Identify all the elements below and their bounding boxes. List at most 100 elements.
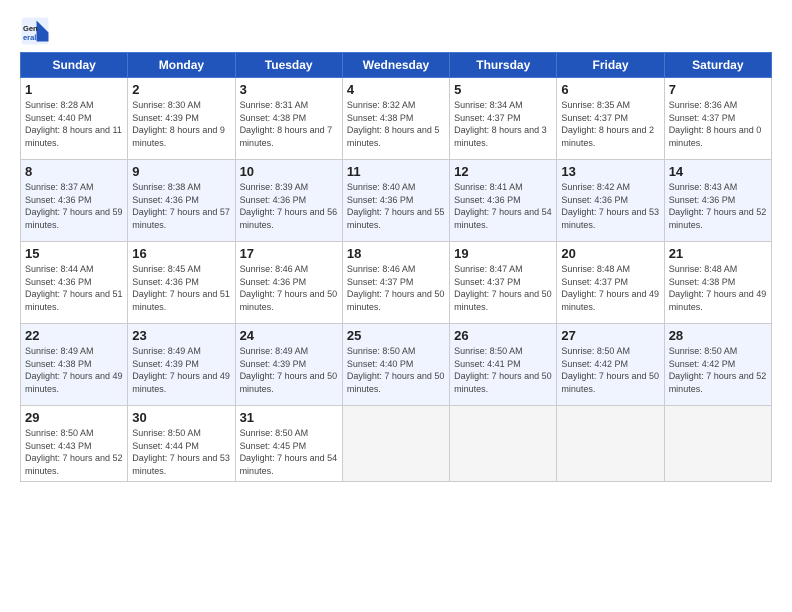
- day-detail: Sunrise: 8:36 AMSunset: 4:37 PMDaylight:…: [669, 99, 767, 149]
- day-detail: Sunrise: 8:35 AMSunset: 4:37 PMDaylight:…: [561, 99, 659, 149]
- day-number: 18: [347, 246, 445, 261]
- weekday-header-row: SundayMondayTuesdayWednesdayThursdayFrid…: [21, 53, 772, 78]
- calendar-cell: 24 Sunrise: 8:49 AMSunset: 4:39 PMDayligh…: [235, 324, 342, 406]
- day-detail: Sunrise: 8:38 AMSunset: 4:36 PMDaylight:…: [132, 181, 230, 231]
- calendar-cell: 6 Sunrise: 8:35 AMSunset: 4:37 PMDaylight…: [557, 78, 664, 160]
- calendar-cell: 28 Sunrise: 8:50 AMSunset: 4:42 PMDayligh…: [664, 324, 771, 406]
- day-detail: Sunrise: 8:50 AMSunset: 4:44 PMDaylight:…: [132, 427, 230, 477]
- weekday-header-sunday: Sunday: [21, 53, 128, 78]
- day-number: 24: [240, 328, 338, 343]
- calendar-cell: 15 Sunrise: 8:44 AMSunset: 4:36 PMDayligh…: [21, 242, 128, 324]
- day-number: 2: [132, 82, 230, 97]
- day-detail: Sunrise: 8:49 AMSunset: 4:39 PMDaylight:…: [240, 345, 338, 395]
- calendar-cell: 27Sunrise: 8:50 AMSunset: 4:42 PMDayligh…: [557, 324, 664, 406]
- day-detail: Sunrise: 8:50 AMSunset: 4:42 PMDaylight:…: [669, 345, 767, 395]
- calendar-cell: 21 Sunrise: 8:48 AMSunset: 4:38 PMDayligh…: [664, 242, 771, 324]
- svg-text:eral: eral: [23, 33, 36, 42]
- day-detail: Sunrise: 8:45 AMSunset: 4:36 PMDaylight:…: [132, 263, 230, 313]
- day-detail: Sunrise: 8:30 AMSunset: 4:39 PMDaylight:…: [132, 99, 230, 149]
- day-detail: Sunrise: 8:50 AMSunset: 4:43 PMDaylight:…: [25, 427, 123, 477]
- day-number: 8: [25, 164, 123, 179]
- calendar-week-row: 15 Sunrise: 8:44 AMSunset: 4:36 PMDayligh…: [21, 242, 772, 324]
- calendar-cell: 19Sunrise: 8:47 AMSunset: 4:37 PMDayligh…: [450, 242, 557, 324]
- day-detail: Sunrise: 8:41 AMSunset: 4:36 PMDaylight:…: [454, 181, 552, 231]
- weekday-header-wednesday: Wednesday: [342, 53, 449, 78]
- calendar-cell: [557, 406, 664, 482]
- calendar-cell: 18 Sunrise: 8:46 AMSunset: 4:37 PMDayligh…: [342, 242, 449, 324]
- day-number: 4: [347, 82, 445, 97]
- calendar-cell: 22 Sunrise: 8:49 AMSunset: 4:38 PMDayligh…: [21, 324, 128, 406]
- day-detail: Sunrise: 8:40 AMSunset: 4:36 PMDaylight:…: [347, 181, 445, 231]
- weekday-header-tuesday: Tuesday: [235, 53, 342, 78]
- calendar-cell: 17 Sunrise: 8:46 AMSunset: 4:36 PMDayligh…: [235, 242, 342, 324]
- day-number: 25: [347, 328, 445, 343]
- weekday-header-thursday: Thursday: [450, 53, 557, 78]
- day-detail: Sunrise: 8:50 AMSunset: 4:40 PMDaylight:…: [347, 345, 445, 395]
- calendar-cell: 7 Sunrise: 8:36 AMSunset: 4:37 PMDaylight…: [664, 78, 771, 160]
- calendar-cell: 11 Sunrise: 8:40 AMSunset: 4:36 PMDayligh…: [342, 160, 449, 242]
- calendar-cell: 31 Sunrise: 8:50 AMSunset: 4:45 PMDayligh…: [235, 406, 342, 482]
- day-detail: Sunrise: 8:28 AMSunset: 4:40 PMDaylight:…: [25, 99, 123, 149]
- calendar-week-row: 22 Sunrise: 8:49 AMSunset: 4:38 PMDayligh…: [21, 324, 772, 406]
- day-detail: Sunrise: 8:50 AMSunset: 4:45 PMDaylight:…: [240, 427, 338, 477]
- day-detail: Sunrise: 8:48 AMSunset: 4:37 PMDaylight:…: [561, 263, 659, 313]
- weekday-header-monday: Monday: [128, 53, 235, 78]
- day-detail: Sunrise: 8:37 AMSunset: 4:36 PMDaylight:…: [25, 181, 123, 231]
- logo-icon: Gen eral: [20, 16, 50, 46]
- day-number: 11: [347, 164, 445, 179]
- day-number: 28: [669, 328, 767, 343]
- weekday-header-friday: Friday: [557, 53, 664, 78]
- day-detail: Sunrise: 8:34 AMSunset: 4:37 PMDaylight:…: [454, 99, 552, 149]
- day-number: 9: [132, 164, 230, 179]
- day-number: 27: [561, 328, 659, 343]
- day-number: 26: [454, 328, 552, 343]
- calendar-cell: 3 Sunrise: 8:31 AMSunset: 4:38 PMDaylight…: [235, 78, 342, 160]
- header: Gen eral: [20, 16, 772, 46]
- day-number: 13: [561, 164, 659, 179]
- calendar-cell: [342, 406, 449, 482]
- day-detail: Sunrise: 8:49 AMSunset: 4:38 PMDaylight:…: [25, 345, 123, 395]
- calendar-week-row: 1Sunrise: 8:28 AMSunset: 4:40 PMDaylight…: [21, 78, 772, 160]
- day-detail: Sunrise: 8:50 AMSunset: 4:41 PMDaylight:…: [454, 345, 552, 395]
- calendar-cell: [664, 406, 771, 482]
- day-number: 12: [454, 164, 552, 179]
- calendar-cell: [450, 406, 557, 482]
- calendar-cell: 13Sunrise: 8:42 AMSunset: 4:36 PMDayligh…: [557, 160, 664, 242]
- day-number: 29: [25, 410, 123, 425]
- calendar-week-row: 8 Sunrise: 8:37 AMSunset: 4:36 PMDaylight…: [21, 160, 772, 242]
- day-detail: Sunrise: 8:32 AMSunset: 4:38 PMDaylight:…: [347, 99, 445, 149]
- calendar-cell: 8 Sunrise: 8:37 AMSunset: 4:36 PMDaylight…: [21, 160, 128, 242]
- calendar-cell: 12 Sunrise: 8:41 AMSunset: 4:36 PMDayligh…: [450, 160, 557, 242]
- calendar-cell: 9 Sunrise: 8:38 AMSunset: 4:36 PMDaylight…: [128, 160, 235, 242]
- day-detail: Sunrise: 8:46 AMSunset: 4:37 PMDaylight:…: [347, 263, 445, 313]
- calendar-cell: 20 Sunrise: 8:48 AMSunset: 4:37 PMDayligh…: [557, 242, 664, 324]
- day-number: 22: [25, 328, 123, 343]
- day-number: 31: [240, 410, 338, 425]
- day-detail: Sunrise: 8:47 AMSunset: 4:37 PMDaylight:…: [454, 263, 552, 313]
- calendar-cell: 1Sunrise: 8:28 AMSunset: 4:40 PMDaylight…: [21, 78, 128, 160]
- day-number: 16: [132, 246, 230, 261]
- calendar-cell: 30 Sunrise: 8:50 AMSunset: 4:44 PMDayligh…: [128, 406, 235, 482]
- page: Gen eral SundayMondayTuesdayWednesdayThu…: [0, 0, 792, 492]
- svg-text:Gen: Gen: [23, 24, 38, 33]
- day-detail: Sunrise: 8:31 AMSunset: 4:38 PMDaylight:…: [240, 99, 338, 149]
- calendar-cell: 25 Sunrise: 8:50 AMSunset: 4:40 PMDayligh…: [342, 324, 449, 406]
- day-number: 30: [132, 410, 230, 425]
- day-number: 6: [561, 82, 659, 97]
- day-number: 20: [561, 246, 659, 261]
- calendar-cell: 4 Sunrise: 8:32 AMSunset: 4:38 PMDaylight…: [342, 78, 449, 160]
- calendar-cell: 16 Sunrise: 8:45 AMSunset: 4:36 PMDayligh…: [128, 242, 235, 324]
- day-number: 15: [25, 246, 123, 261]
- day-number: 21: [669, 246, 767, 261]
- day-number: 7: [669, 82, 767, 97]
- day-detail: Sunrise: 8:48 AMSunset: 4:38 PMDaylight:…: [669, 263, 767, 313]
- day-number: 17: [240, 246, 338, 261]
- calendar-cell: 29 Sunrise: 8:50 AMSunset: 4:43 PMDayligh…: [21, 406, 128, 482]
- day-detail: Sunrise: 8:44 AMSunset: 4:36 PMDaylight:…: [25, 263, 123, 313]
- day-detail: Sunrise: 8:46 AMSunset: 4:36 PMDaylight:…: [240, 263, 338, 313]
- day-number: 3: [240, 82, 338, 97]
- day-number: 5: [454, 82, 552, 97]
- calendar-table: SundayMondayTuesdayWednesdayThursdayFrid…: [20, 52, 772, 482]
- logo: Gen eral: [20, 16, 54, 46]
- calendar-cell: 23Sunrise: 8:49 AMSunset: 4:39 PMDayligh…: [128, 324, 235, 406]
